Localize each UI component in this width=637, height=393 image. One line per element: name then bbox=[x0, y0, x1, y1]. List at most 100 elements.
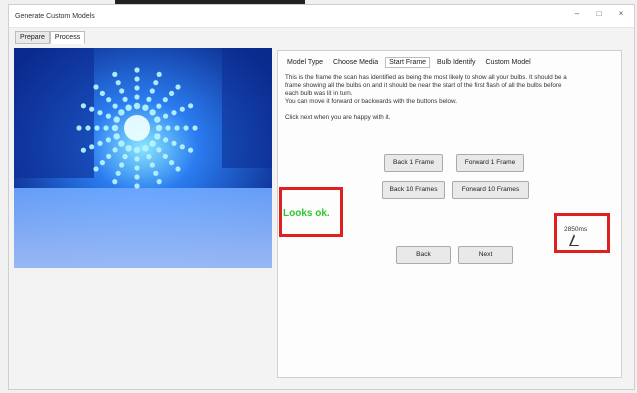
bulb-dot bbox=[133, 102, 141, 110]
back-button[interactable]: Back bbox=[396, 246, 451, 264]
description-line-1: This is the frame the scan has identifie… bbox=[285, 74, 567, 81]
bulb-dot bbox=[156, 103, 162, 109]
bulb-dot bbox=[146, 154, 152, 160]
bulb-dot bbox=[80, 147, 86, 153]
bulb-dot bbox=[134, 85, 140, 91]
preview-svg bbox=[14, 48, 272, 268]
bulb-dot bbox=[105, 137, 111, 143]
bulb-dot bbox=[105, 113, 111, 119]
timecode-text: 2850ms bbox=[564, 226, 588, 233]
bulb-dot bbox=[155, 124, 163, 132]
status-text: Looks ok. bbox=[283, 208, 330, 219]
bulb-dot bbox=[179, 144, 185, 150]
bulb-dot bbox=[103, 125, 109, 131]
bulb-dot bbox=[154, 116, 161, 123]
bulb-dot bbox=[175, 166, 181, 172]
bulb-dot bbox=[156, 147, 162, 153]
bulb-dot bbox=[115, 80, 121, 86]
bulb-dot bbox=[134, 174, 140, 180]
bulb-dot bbox=[146, 96, 152, 102]
bulb-dot bbox=[183, 125, 189, 131]
bulb-dot bbox=[153, 80, 159, 86]
subtab-model-type[interactable]: Model Type bbox=[284, 58, 326, 67]
bulb-dot bbox=[153, 170, 159, 176]
bulb-dot bbox=[149, 140, 156, 147]
bulb-dot bbox=[113, 116, 120, 123]
description-line-4: You can move it forward or backwards wit… bbox=[285, 98, 457, 105]
bulb-dot bbox=[142, 104, 149, 111]
bulb-dot bbox=[163, 137, 169, 143]
bulb-dot bbox=[162, 153, 168, 159]
bulb-dot bbox=[175, 84, 181, 90]
bulb-dot bbox=[149, 162, 155, 168]
bulb-dot bbox=[169, 90, 175, 96]
bulb-dot bbox=[171, 140, 177, 146]
bulb-dot bbox=[188, 103, 194, 109]
bulb-dot bbox=[99, 160, 105, 166]
bulb-dot bbox=[171, 110, 177, 116]
next-button[interactable]: Next bbox=[458, 246, 513, 264]
description-line-3: each bulb was lit in turn. bbox=[285, 90, 353, 97]
bulb-dot bbox=[93, 84, 99, 90]
description-line-2: frame showing all the bulbs on and it sh… bbox=[285, 82, 562, 89]
bulb-dot bbox=[188, 147, 194, 153]
frame-preview-image bbox=[14, 48, 272, 268]
window-title: Generate Custom Models bbox=[15, 13, 95, 20]
bulb-dot bbox=[112, 71, 118, 77]
back-10-frames-button[interactable]: Back 10 Frames bbox=[382, 181, 445, 199]
subtab-choose-media[interactable]: Choose Media bbox=[330, 58, 381, 67]
mouse-cursor-fill-icon bbox=[571, 236, 579, 245]
close-button[interactable]: × bbox=[613, 9, 629, 23]
minimize-button[interactable]: – bbox=[569, 9, 585, 23]
bulb-dot bbox=[134, 76, 140, 82]
bulb-dot bbox=[169, 160, 175, 166]
bulb-dot bbox=[106, 97, 112, 103]
bulb-dot bbox=[192, 125, 198, 131]
bulb-dot bbox=[112, 179, 118, 185]
forward-10-frames-button[interactable]: Forward 10 Frames bbox=[452, 181, 529, 199]
bulb-dot bbox=[156, 179, 162, 185]
bulb-dot bbox=[149, 109, 156, 116]
bulb-dot bbox=[142, 145, 149, 152]
bulb-dot bbox=[134, 156, 140, 162]
bulb-dot bbox=[125, 104, 132, 111]
bulb-dot bbox=[134, 67, 140, 73]
bulb-dot bbox=[89, 144, 95, 150]
process-panel: Model Type Choose Media Start Frame Bulb… bbox=[277, 50, 622, 378]
hint-text: Click next when you are happy with it. bbox=[285, 114, 391, 121]
bulb-dot bbox=[122, 96, 128, 102]
bulb-dot bbox=[118, 109, 125, 116]
bulb-dot bbox=[89, 106, 95, 112]
bulb-dot bbox=[113, 133, 120, 140]
bulb-dot bbox=[119, 88, 125, 94]
bulb-dot bbox=[111, 124, 119, 132]
bulb-dot bbox=[149, 88, 155, 94]
tab-prepare[interactable]: Prepare bbox=[15, 31, 50, 44]
tab-process[interactable]: Process bbox=[49, 31, 86, 44]
titlebar: Generate Custom Models – □ × bbox=[9, 5, 634, 28]
bulb-dot bbox=[174, 125, 180, 131]
bulb-dot bbox=[134, 183, 140, 189]
timecode-highlight-box bbox=[554, 213, 610, 253]
bulb-dot bbox=[97, 110, 103, 116]
bulb-dot bbox=[112, 147, 118, 153]
bulb-dot bbox=[118, 140, 125, 147]
bulb-dot bbox=[112, 103, 118, 109]
subtab-bulb-identify[interactable]: Bulb Identify bbox=[434, 58, 479, 67]
bulb-dot bbox=[94, 125, 100, 131]
subtab-custom-model[interactable]: Custom Model bbox=[483, 58, 534, 67]
bulb-dot bbox=[165, 125, 171, 131]
subtab-start-frame[interactable]: Start Frame bbox=[385, 57, 431, 68]
forward-1-frame-button[interactable]: Forward 1 Frame bbox=[456, 154, 524, 172]
back-1-frame-button[interactable]: Back 1 Frame bbox=[384, 154, 443, 172]
bulb-dot bbox=[99, 90, 105, 96]
bulb-dot bbox=[122, 154, 128, 160]
maximize-button[interactable]: □ bbox=[591, 9, 607, 23]
bulb-dot bbox=[134, 94, 140, 100]
bulb-dot bbox=[119, 162, 125, 168]
bulb-dot bbox=[80, 103, 86, 109]
top-tabs: Prepare Process bbox=[15, 31, 86, 45]
bulb-dot bbox=[76, 125, 82, 131]
description: This is the frame the scan has identifie… bbox=[285, 74, 617, 122]
bulb-dot bbox=[133, 146, 141, 154]
